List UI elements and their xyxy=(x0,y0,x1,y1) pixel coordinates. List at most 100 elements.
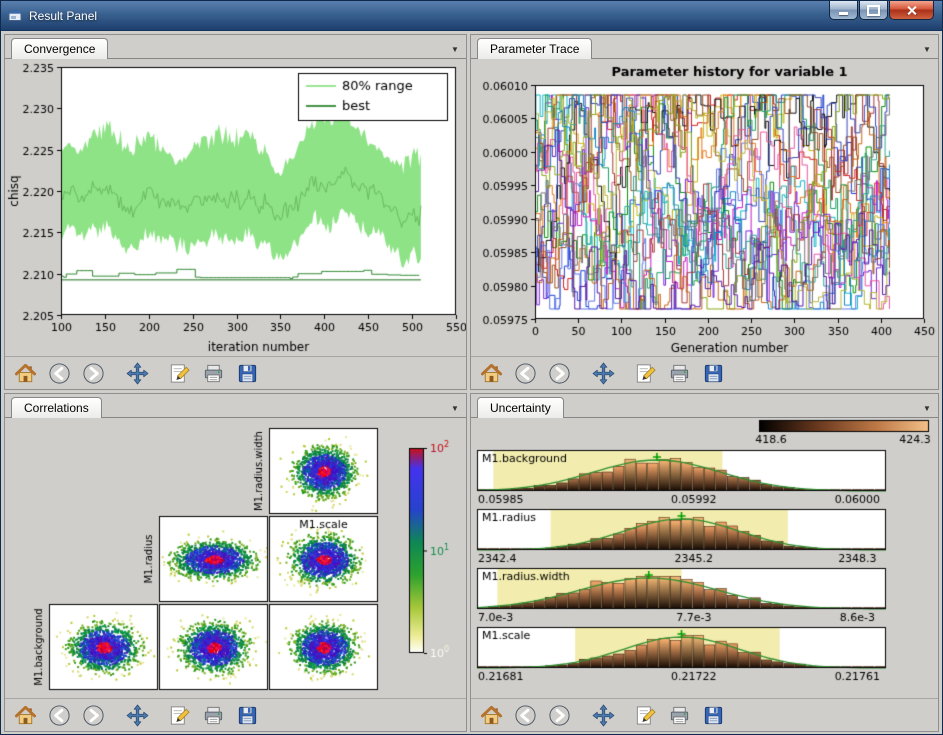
correlations-plot-selector[interactable]: ▼ xyxy=(444,399,466,417)
close-button[interactable] xyxy=(889,1,934,20)
home-button[interactable] xyxy=(477,359,505,387)
edit-icon xyxy=(168,704,191,727)
minimize-icon xyxy=(839,12,848,15)
pan-button[interactable] xyxy=(123,359,151,387)
save-button[interactable] xyxy=(699,359,727,387)
window-title: Result Panel xyxy=(29,9,97,23)
panel-uncertainty: Uncertainty ▼ xyxy=(470,393,939,732)
edit-button[interactable] xyxy=(631,359,659,387)
trace-toolbar xyxy=(471,356,938,389)
panel-parameter-trace: Parameter Trace ▼ xyxy=(470,34,939,390)
save-button[interactable] xyxy=(699,701,727,729)
configure-icon xyxy=(202,362,225,385)
home-button[interactable] xyxy=(477,701,505,729)
pan-button[interactable] xyxy=(589,701,617,729)
home-icon xyxy=(14,362,37,385)
home-icon xyxy=(480,362,503,385)
correlations-toolbar xyxy=(5,698,466,731)
chevron-down-icon: ▼ xyxy=(451,404,459,413)
maximize-button[interactable] xyxy=(859,1,888,20)
tab-convergence[interactable]: Convergence xyxy=(11,38,108,59)
pan-icon xyxy=(126,704,149,727)
forward-button[interactable] xyxy=(545,359,573,387)
close-icon xyxy=(906,5,917,16)
configure-button[interactable] xyxy=(199,359,227,387)
app-icon xyxy=(8,8,23,23)
tab-correlations[interactable]: Correlations xyxy=(11,397,102,418)
back-button[interactable] xyxy=(511,359,539,387)
convergence-chart-area xyxy=(5,59,466,356)
window-controls xyxy=(829,1,934,20)
edit-button[interactable] xyxy=(631,701,659,729)
back-icon xyxy=(48,704,71,727)
pan-icon xyxy=(592,362,615,385)
back-button[interactable] xyxy=(45,701,73,729)
trace-canvas[interactable] xyxy=(471,59,938,356)
minimize-button[interactable] xyxy=(829,1,858,20)
configure-icon xyxy=(668,704,691,727)
tab-parameter-trace[interactable]: Parameter Trace xyxy=(477,38,592,59)
edit-button[interactable] xyxy=(165,359,193,387)
pan-button[interactable] xyxy=(589,359,617,387)
forward-icon xyxy=(82,704,105,727)
configure-icon xyxy=(668,362,691,385)
save-icon xyxy=(236,704,259,727)
save-button[interactable] xyxy=(233,701,261,729)
edit-icon xyxy=(168,362,191,385)
chevron-down-icon: ▼ xyxy=(923,404,931,413)
edit-button[interactable] xyxy=(165,701,193,729)
configure-icon xyxy=(202,704,225,727)
forward-icon xyxy=(548,704,571,727)
trace-chart-area xyxy=(471,59,938,356)
result-panel-window: Result Panel Convergence ▼ Parameter Tra… xyxy=(0,0,943,735)
convergence-tabbar: Convergence ▼ xyxy=(5,35,466,59)
configure-button[interactable] xyxy=(665,701,693,729)
uncertainty-plot-selector[interactable]: ▼ xyxy=(916,399,938,417)
forward-button[interactable] xyxy=(79,359,107,387)
forward-button[interactable] xyxy=(545,701,573,729)
home-button[interactable] xyxy=(11,701,39,729)
home-button[interactable] xyxy=(11,359,39,387)
uncertainty-chart-area xyxy=(471,418,938,698)
configure-button[interactable] xyxy=(199,701,227,729)
pan-button[interactable] xyxy=(123,701,151,729)
uncertainty-canvas[interactable] xyxy=(471,418,938,698)
correlations-canvas[interactable] xyxy=(5,418,466,698)
tab-uncertainty[interactable]: Uncertainty xyxy=(477,397,564,418)
uncertainty-toolbar xyxy=(471,698,938,731)
panel-correlations: Correlations ▼ xyxy=(4,393,467,732)
back-icon xyxy=(514,704,537,727)
edit-icon xyxy=(634,362,657,385)
pan-icon xyxy=(126,362,149,385)
save-icon xyxy=(702,704,725,727)
pan-icon xyxy=(592,704,615,727)
forward-icon xyxy=(548,362,571,385)
trace-tabbar: Parameter Trace ▼ xyxy=(471,35,938,59)
convergence-toolbar xyxy=(5,356,466,389)
home-icon xyxy=(14,704,37,727)
chevron-down-icon: ▼ xyxy=(451,45,459,54)
forward-icon xyxy=(82,362,105,385)
back-button[interactable] xyxy=(511,701,539,729)
forward-button[interactable] xyxy=(79,701,107,729)
titlebar[interactable]: Result Panel xyxy=(1,1,942,31)
home-icon xyxy=(480,704,503,727)
panel-grid: Convergence ▼ Parameter Trace ▼ Correlat… xyxy=(1,31,942,735)
edit-icon xyxy=(634,704,657,727)
uncertainty-tabbar: Uncertainty ▼ xyxy=(471,394,938,418)
save-icon xyxy=(236,362,259,385)
correlations-tabbar: Correlations ▼ xyxy=(5,394,466,418)
back-icon xyxy=(514,362,537,385)
chevron-down-icon: ▼ xyxy=(923,45,931,54)
trace-plot-selector[interactable]: ▼ xyxy=(916,40,938,58)
correlations-chart-area xyxy=(5,418,466,698)
save-button[interactable] xyxy=(233,359,261,387)
convergence-plot-selector[interactable]: ▼ xyxy=(444,40,466,58)
back-button[interactable] xyxy=(45,359,73,387)
back-icon xyxy=(48,362,71,385)
convergence-canvas[interactable] xyxy=(5,59,466,356)
save-icon xyxy=(702,362,725,385)
maximize-icon xyxy=(867,5,880,16)
configure-button[interactable] xyxy=(665,359,693,387)
panel-convergence: Convergence ▼ xyxy=(4,34,467,390)
